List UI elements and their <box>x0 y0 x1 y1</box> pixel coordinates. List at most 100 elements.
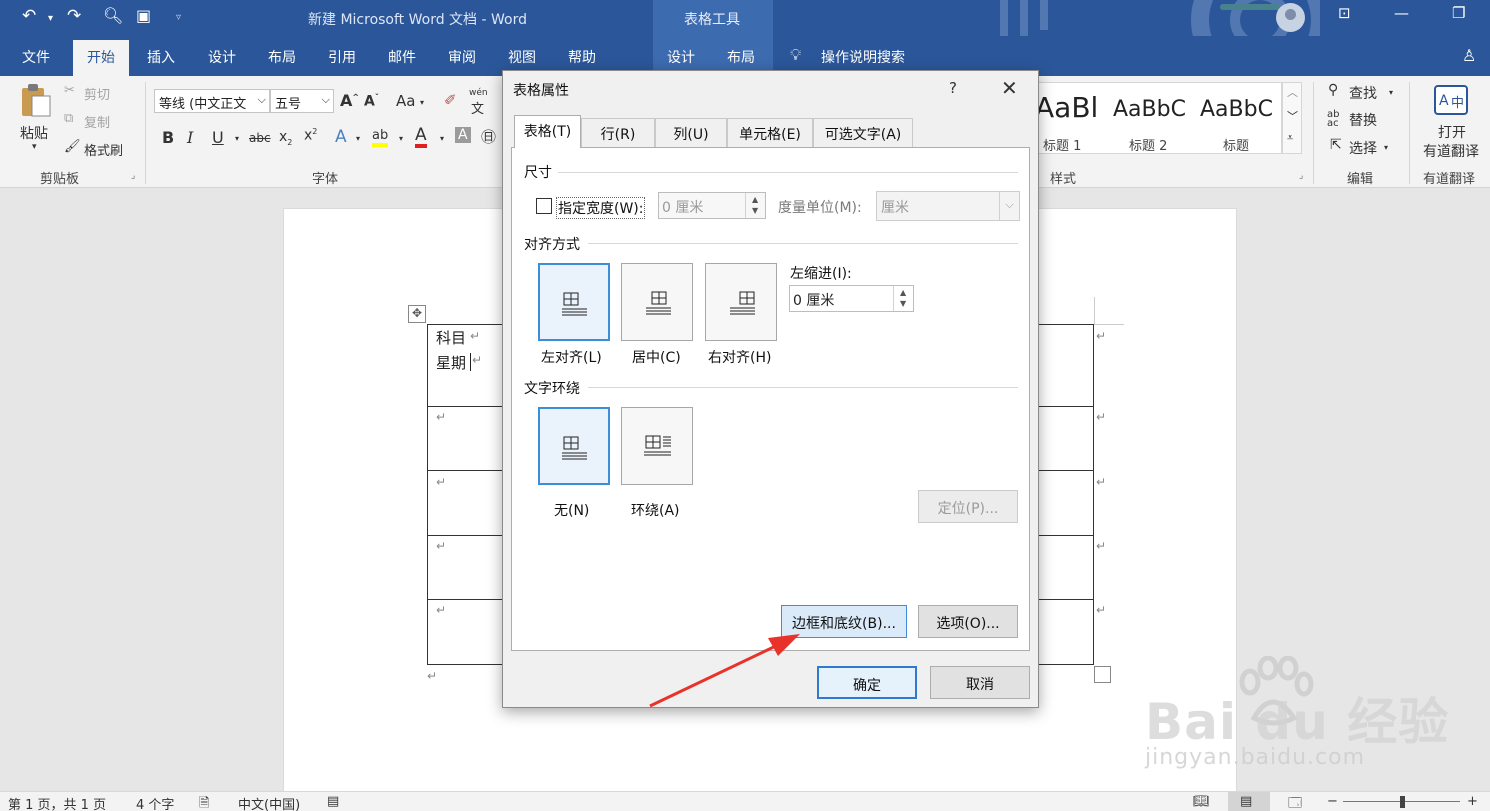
account-avatar[interactable] <box>1276 3 1305 32</box>
copy-icon[interactable]: ⧉ <box>64 111 73 126</box>
style-sample-heading-1[interactable]: AaBbC <box>1113 97 1186 122</box>
dialog-tab-column[interactable]: 列(U) <box>655 118 727 147</box>
undo-icon[interactable]: ↶ <box>22 6 36 26</box>
youdao-translate-icon[interactable]: A中 <box>1434 85 1468 115</box>
tab-file[interactable]: 文件 <box>22 47 50 67</box>
copy-button[interactable]: 复制 <box>84 112 110 131</box>
align-center-option[interactable] <box>621 263 693 341</box>
phonetic-guide-icon[interactable]: 文 <box>471 98 484 117</box>
table-resize-handle[interactable] <box>1094 666 1111 683</box>
dialog-tab-row[interactable]: 行(R) <box>581 118 655 147</box>
character-shading-icon[interactable]: A <box>455 127 471 143</box>
styles-scroll[interactable]: ︿ ﹀ ⩡ <box>1282 82 1302 154</box>
specify-width-checkbox[interactable] <box>536 198 552 214</box>
italic-icon[interactable]: I <box>187 128 193 147</box>
tab-layout[interactable]: 布局 <box>268 47 296 67</box>
web-layout-icon[interactable]: 🗔︎ <box>1288 794 1302 811</box>
text-effects-dropdown-icon[interactable]: ▾ <box>356 134 360 143</box>
customize-qat-icon[interactable]: ▿ <box>176 12 181 23</box>
format-painter-button[interactable]: 格式刷 <box>84 140 123 159</box>
cell-text-subject[interactable]: 科目 <box>436 327 466 348</box>
grow-font-icon[interactable]: A^ <box>340 91 359 110</box>
word-count[interactable]: 4 个字 <box>136 794 174 811</box>
select-cursor-icon[interactable]: ⇱ <box>1330 137 1342 153</box>
undo-dropdown-icon[interactable]: ▾ <box>48 13 53 24</box>
ribbon-display-options-icon[interactable]: ⊡ <box>1338 4 1351 22</box>
wrap-around-label[interactable]: 环绕(A) <box>631 500 680 520</box>
ok-button[interactable]: 确定 <box>817 666 917 699</box>
clipboard-launcher-icon[interactable]: ⌟ <box>131 171 135 181</box>
dialog-tab-cell[interactable]: 单元格(E) <box>727 118 813 147</box>
change-case-dropdown-icon[interactable]: ▾ <box>420 98 424 107</box>
indent-spinner[interactable]: 0 厘米 ▲ ▼ <box>789 285 914 312</box>
dialog-tab-alt-text[interactable]: 可选文字(A) <box>813 118 913 147</box>
select-dropdown-icon[interactable]: ▾ <box>1384 143 1388 152</box>
font-size-combo[interactable]: 五号 ⌵ <box>270 89 334 113</box>
read-mode-icon[interactable]: 📖︎ <box>1193 794 1210 809</box>
bold-icon[interactable]: B <box>162 128 174 147</box>
tab-references[interactable]: 引用 <box>328 47 356 67</box>
zoom-slider-thumb[interactable] <box>1400 796 1405 808</box>
underline-dropdown-icon[interactable]: ▾ <box>235 134 239 143</box>
change-case-button[interactable]: Aa <box>396 92 415 110</box>
tab-table-layout[interactable]: 布局 <box>727 47 755 67</box>
format-painter-icon[interactable]: 🖌︎ <box>64 139 81 154</box>
macro-icon[interactable]: ▤ <box>327 794 339 809</box>
cell-text-weekday[interactable]: 星期 <box>436 352 466 373</box>
paste-button[interactable]: 粘贴 <box>20 123 48 143</box>
zoom-out-icon[interactable]: − <box>1327 794 1338 809</box>
subscript-icon[interactable]: x2 <box>279 129 292 147</box>
language-indicator[interactable]: 中文(中国) <box>238 794 300 811</box>
redo-icon[interactable]: ↷ <box>67 6 81 26</box>
align-right-label[interactable]: 右对齐(H) <box>708 347 771 367</box>
share-icon[interactable]: ♙ <box>1462 46 1476 65</box>
replace-icon[interactable]: ab ac <box>1327 110 1339 129</box>
find-icon[interactable]: ⚲ <box>1328 82 1338 98</box>
table-move-handle-icon[interactable]: ✥ <box>408 305 426 323</box>
tab-insert[interactable]: 插入 <box>147 47 175 67</box>
tab-table-design[interactable]: 设计 <box>667 47 695 67</box>
spin-down-icon[interactable]: ▼ <box>900 299 906 308</box>
cancel-button[interactable]: 取消 <box>930 666 1030 699</box>
shrink-font-icon[interactable]: Aˇ <box>364 93 379 110</box>
wrap-none-label[interactable]: 无(N) <box>554 500 589 520</box>
styles-more-icon[interactable]: ⩡ <box>1287 131 1293 145</box>
align-left-label[interactable]: 左对齐(L) <box>541 347 602 367</box>
clear-formatting-icon[interactable]: ✐ <box>444 91 457 109</box>
underline-icon[interactable]: U <box>212 128 224 147</box>
style-sample-normal[interactable]: AaBl <box>1039 91 1098 124</box>
select-button[interactable]: 选择 <box>1349 138 1377 158</box>
cut-button[interactable]: 剪切 <box>84 84 110 103</box>
specify-width-label[interactable]: 指定宽度(W): <box>556 197 646 219</box>
spin-up-icon[interactable]: ▲ <box>900 288 906 297</box>
find-button[interactable]: 查找 <box>1349 83 1377 103</box>
wrap-around-option[interactable] <box>621 407 693 485</box>
wrap-none-option[interactable] <box>538 407 610 485</box>
tab-design[interactable]: 设计 <box>208 47 236 67</box>
restore-icon[interactable]: ❐ <box>1452 4 1465 22</box>
styles-gallery[interactable]: AaBl AaBbC AaBbC 标题 1 标题 2 标题 <box>1038 82 1282 154</box>
styles-up-icon[interactable]: ︿ <box>1287 84 1298 100</box>
align-center-label[interactable]: 居中(C) <box>632 347 681 367</box>
minimize-icon[interactable]: — <box>1394 4 1409 22</box>
styles-launcher-icon[interactable]: ⌟ <box>1299 171 1303 181</box>
strikethrough-icon[interactable]: abc <box>249 131 271 145</box>
tab-home[interactable]: 开始 <box>73 40 129 76</box>
find-dropdown-icon[interactable]: ▾ <box>1389 88 1393 97</box>
proofing-icon[interactable]: 🗎︎ <box>199 794 209 811</box>
styles-down-icon[interactable]: ﹀ <box>1287 108 1298 124</box>
close-icon[interactable]: ✕ <box>1001 76 1018 100</box>
align-left-option[interactable] <box>538 263 610 341</box>
tab-review[interactable]: 审阅 <box>448 47 476 67</box>
align-right-option[interactable] <box>705 263 777 341</box>
paste-icon[interactable] <box>18 82 52 118</box>
page-count[interactable]: 第 1 页，共 1 页 <box>8 794 106 811</box>
style-sample-title[interactable]: AaBbC <box>1200 97 1273 122</box>
replace-button[interactable]: 替换 <box>1349 110 1377 130</box>
table-options-button[interactable]: 选项(O)... <box>918 605 1018 638</box>
highlight-dropdown-icon[interactable]: ▾ <box>399 134 403 143</box>
indent-spin-buttons[interactable]: ▲ ▼ <box>893 286 913 311</box>
save-icon[interactable]: ▣ <box>136 6 151 25</box>
dialog-help-button[interactable]: ? <box>949 79 957 97</box>
text-effects-icon[interactable]: A <box>335 127 347 147</box>
